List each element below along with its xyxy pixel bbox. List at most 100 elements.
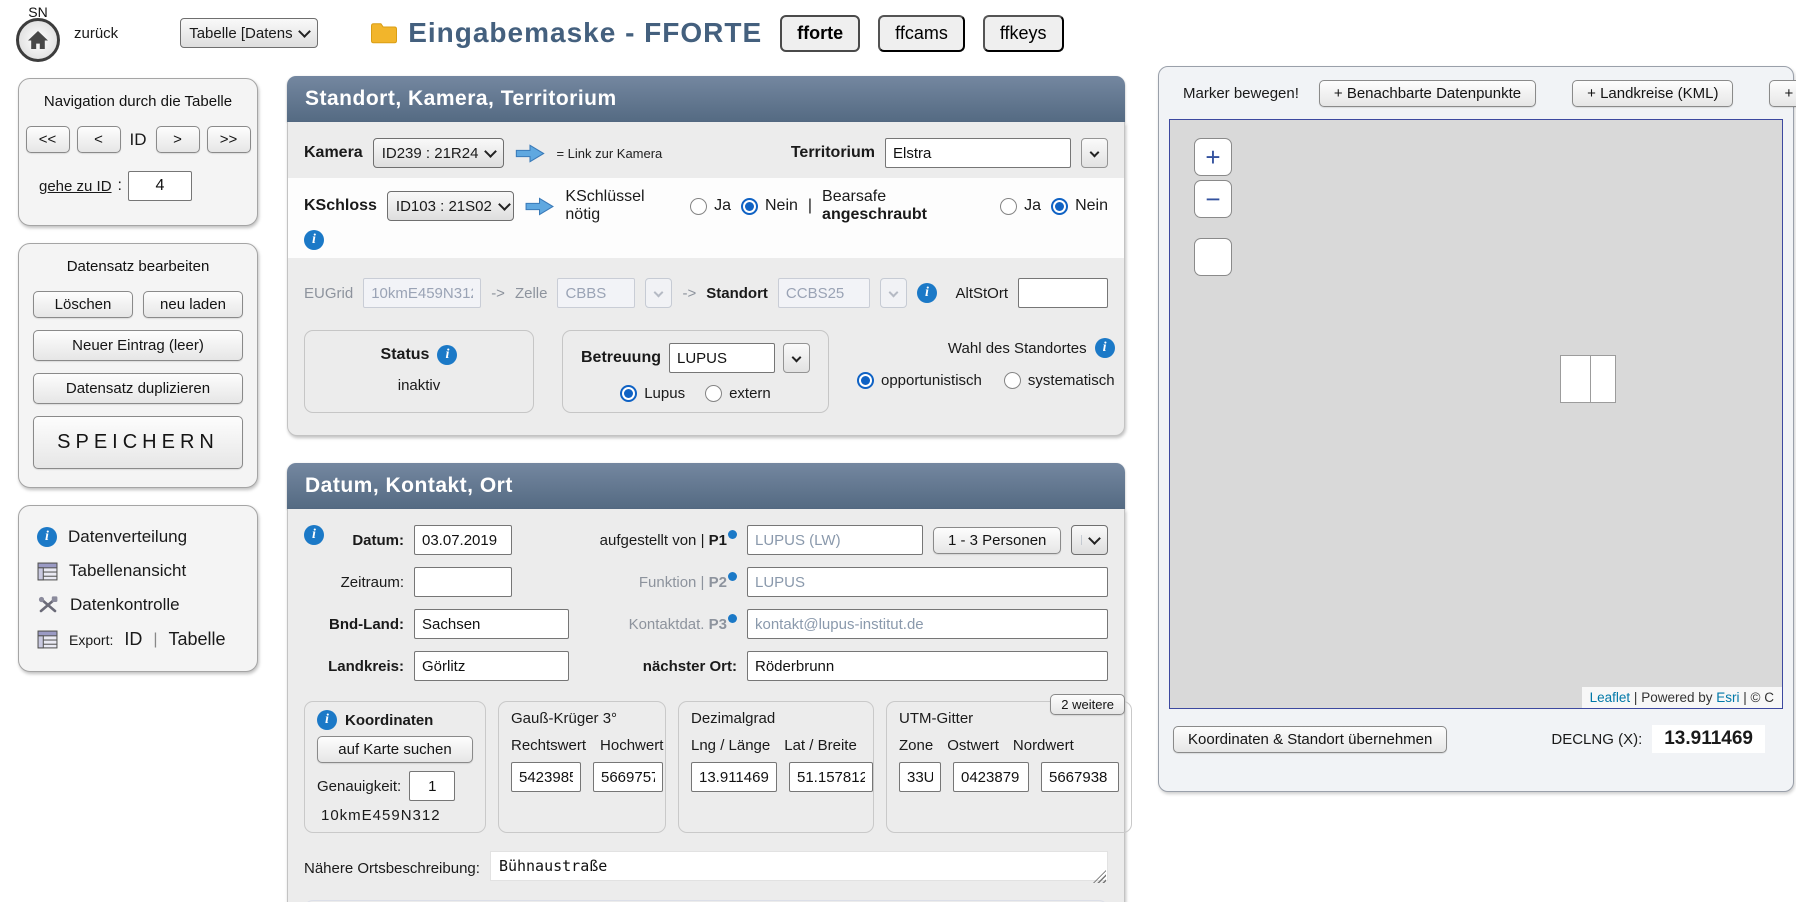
radio-wahl-systematisch[interactable]: systematisch (1004, 372, 1115, 389)
chevron-down-icon (485, 145, 498, 158)
info-icon[interactable]: i (317, 710, 337, 730)
map-canvas[interactable]: + − Leaflet | Powered by Esri | © C (1169, 119, 1783, 709)
kschloss-select[interactable]: ID103 : 21S02 (387, 191, 514, 221)
navigation-panel: Navigation durch die Tabelle << < ID > >… (18, 78, 258, 226)
status-label: Status (381, 346, 430, 364)
territorium-dropdown-button[interactable] (1081, 138, 1108, 168)
reload-button[interactable]: neu laden (143, 291, 243, 318)
gk-col1: Rechtswert (511, 737, 586, 754)
utm-col2: Ostwert (947, 737, 999, 754)
link-tabellenansicht[interactable]: Tabellenansicht (33, 554, 243, 588)
goto-id-link[interactable]: gehe zu ID (39, 178, 112, 195)
export-separator: | (153, 631, 157, 649)
info-icon[interactable]: i (437, 345, 457, 365)
radio-bearsafe-ja[interactable]: Ja (1000, 197, 1041, 215)
new-entry-button[interactable]: Neuer Eintrag (leer) (33, 330, 243, 361)
arrow-text: -> (682, 285, 696, 302)
info-icon[interactable]: i (1095, 338, 1115, 358)
delete-button[interactable]: Löschen (33, 291, 133, 318)
info-icon[interactable]: i (304, 525, 324, 545)
bndland-input[interactable] (414, 609, 569, 639)
info-icon[interactable]: i (917, 283, 937, 303)
kamera-select[interactable]: ID239 : 21R24 (373, 138, 505, 168)
app-button-fforte[interactable]: fforte (780, 15, 860, 52)
betreuung-input[interactable] (669, 343, 775, 373)
next-record-button[interactable]: > (156, 126, 200, 153)
link-datenkontrolle[interactable]: Datenkontrolle (33, 588, 243, 622)
p1-input[interactable] (747, 525, 923, 555)
datum-input[interactable] (414, 525, 512, 555)
add-landkreise-button[interactable]: + Landkreise (KML) (1572, 80, 1733, 107)
esri-link[interactable]: Esri (1716, 690, 1739, 705)
add-bima-button[interactable]: + BIMA (KML) (1769, 80, 1796, 107)
betreuung-dropdown-button[interactable] (783, 343, 810, 373)
gauss-krueger-box: Gauß-Krüger 3° Rechtswert Hochwert (498, 701, 666, 833)
p3-input[interactable] (747, 609, 1108, 639)
ortsbeschreibung-textarea[interactable]: Bühnaustraße (490, 851, 1108, 881)
standort-dropdown-button (880, 278, 907, 308)
p2-input[interactable] (747, 567, 1108, 597)
rechtswert-input[interactable] (511, 762, 581, 792)
utm-nordwert-input[interactable] (1041, 762, 1119, 792)
zeitraum-input[interactable] (414, 567, 512, 597)
lng-input[interactable] (691, 762, 777, 792)
p1-select-value: LUPUS (LW (1080, 532, 1082, 549)
info-icon[interactable]: i (304, 230, 324, 250)
more-coords-button[interactable]: 2 weitere (1050, 694, 1125, 715)
radio-wahl-opportunistisch[interactable]: opportunistisch (857, 372, 982, 389)
dez-col2: Lat / Breite (784, 737, 857, 754)
hochwert-input[interactable] (593, 762, 663, 792)
landkreis-input[interactable] (414, 651, 569, 681)
radio-betreuung-lupus[interactable]: Lupus (620, 385, 685, 402)
app-button-ffkeys[interactable]: ffkeys (983, 15, 1064, 52)
altstort-input[interactable] (1018, 278, 1108, 308)
territorium-input[interactable] (885, 138, 1071, 168)
ort-input[interactable] (747, 651, 1108, 681)
utm-zone-input[interactable] (899, 762, 941, 792)
apply-coordinates-button[interactable]: Koordinaten & Standort übernehmen (1173, 726, 1447, 753)
radio-icon (690, 198, 707, 215)
radio-kschluessel-nein[interactable]: Nein (741, 197, 798, 215)
back-link[interactable]: zurück (74, 25, 118, 42)
personen-button[interactable]: 1 - 3 Personen (933, 527, 1061, 554)
p1-select[interactable]: LUPUS (LW (1071, 525, 1108, 555)
zoom-in-button[interactable]: + (1194, 138, 1232, 176)
first-record-button[interactable]: << (26, 126, 70, 153)
arrow-right-icon[interactable] (524, 196, 555, 217)
betreuung-label: Betreuung (581, 349, 661, 367)
app-button-ffcams[interactable]: ffcams (878, 15, 965, 52)
arrow-right-icon[interactable] (514, 143, 546, 164)
kamera-link-hint: = Link zur Kamera (556, 146, 662, 161)
prev-record-button[interactable]: < (77, 126, 121, 153)
save-button[interactable]: SPEICHERN (33, 416, 243, 469)
map-zoom-control: + − (1194, 138, 1232, 276)
lat-input[interactable] (789, 762, 873, 792)
section-standort-title: Standort, Kamera, Territorium (287, 76, 1125, 122)
datum-label: Datum: (334, 532, 404, 549)
blank-map-button[interactable] (1194, 238, 1232, 276)
radio-bearsafe-nein[interactable]: Nein (1051, 197, 1108, 215)
koordinaten-box: i Koordinaten auf Karte suchen Genauigke… (304, 701, 486, 833)
radio-betreuung-extern[interactable]: extern (705, 385, 771, 402)
genauigkeit-input[interactable] (409, 771, 455, 801)
home-icon[interactable] (16, 18, 60, 62)
link-datenverteilung[interactable]: i Datenverteilung (33, 520, 243, 554)
radio-label: Ja (714, 197, 731, 215)
table-select[interactable]: Tabelle [Datens (180, 18, 318, 48)
info-dot-icon (728, 530, 737, 539)
map-search-button[interactable]: auf Karte suchen (317, 736, 473, 763)
leaflet-link[interactable]: Leaflet (1590, 690, 1631, 705)
export-id-link[interactable]: ID (124, 629, 142, 650)
zoom-out-button[interactable]: − (1194, 180, 1232, 218)
declng-label: DECLNG (X): (1551, 731, 1642, 748)
radio-kschluessel-ja[interactable]: Ja (690, 197, 731, 215)
duplicate-button[interactable]: Datensatz duplizieren (33, 373, 243, 404)
table-icon (37, 630, 58, 649)
export-table-link[interactable]: Tabelle (169, 629, 226, 650)
last-record-button[interactable]: >> (207, 126, 251, 153)
add-datapoints-button[interactable]: + Benachbarte Datenpunkte (1319, 80, 1536, 107)
arrow-text: -> (491, 285, 505, 302)
utm-ostwert-input[interactable] (953, 762, 1029, 792)
landkreis-label: Landkreis: (304, 658, 404, 675)
goto-id-input[interactable] (128, 171, 192, 201)
